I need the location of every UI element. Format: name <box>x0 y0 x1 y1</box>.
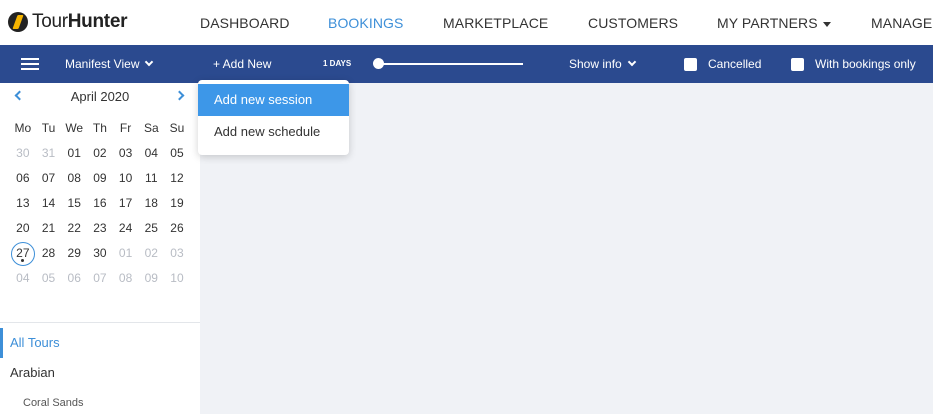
add-new-session-item[interactable]: Add new session <box>198 84 349 116</box>
calendar-weekday: We <box>65 121 84 135</box>
calendar-day[interactable]: 30 <box>87 241 113 266</box>
cancelled-checkbox[interactable] <box>684 58 697 71</box>
cancelled-label: Cancelled <box>708 57 762 71</box>
calendar-week-row: 30 31 01 02 03 04 05 <box>10 141 190 166</box>
add-new-dropdown-menu: Add new session Add new schedule <box>198 80 349 155</box>
chevron-down-icon <box>627 57 636 67</box>
logo-text: TourHunter <box>32 11 127 33</box>
chevron-down-icon <box>145 57 154 67</box>
calendar-day[interactable]: 31 <box>36 141 62 166</box>
calendar-weekday: Sa <box>143 121 159 135</box>
menu-icon[interactable] <box>21 58 39 71</box>
calendar-week-row: 04 05 06 07 08 09 10 <box>10 266 190 291</box>
calendar-day[interactable]: 08 <box>113 266 139 291</box>
logo-icon <box>8 12 28 32</box>
calendar-day[interactable]: 22 <box>61 216 87 241</box>
calendar-day[interactable]: 18 <box>138 191 164 216</box>
calendar-grid: Mo Tu We Th Fr Sa Su 30 31 01 02 03 04 05 06 07 08 09 10 11… <box>10 116 190 291</box>
caret-down-icon <box>822 21 831 27</box>
calendar-weekday: Mo <box>14 121 32 135</box>
calendar-day-today[interactable]: 27 <box>10 241 36 266</box>
calendar-header: April 2020 <box>0 88 200 108</box>
top-navbar: TourHunter DASHBOARD BOOKINGS MARKETPLAC… <box>0 0 933 45</box>
calendar-day[interactable]: 13 <box>10 191 36 216</box>
logo-text-tour: Tour <box>32 11 68 32</box>
calendar-week-row: 20 21 22 23 24 25 26 <box>10 216 190 241</box>
calendar-day[interactable]: 07 <box>36 166 62 191</box>
calendar-day[interactable]: 05 <box>164 141 190 166</box>
calendar-day[interactable]: 25 <box>138 216 164 241</box>
calendar-day[interactable]: 03 <box>113 141 139 166</box>
calendar-day[interactable]: 15 <box>61 191 87 216</box>
days-slider-track[interactable] <box>379 63 523 65</box>
calendar-day[interactable]: 29 <box>61 241 87 266</box>
nav-customers[interactable]: CUSTOMERS <box>588 15 678 31</box>
calendar-day[interactable]: 30 <box>10 141 36 166</box>
nav-manage[interactable]: MANAGE <box>871 15 932 31</box>
calendar-day[interactable]: 04 <box>10 266 36 291</box>
left-sidebar: April 2020 Mo Tu We Th Fr Sa Su 30 31 01 02 03 04 05 0… <box>0 83 200 414</box>
tour-group-arabian[interactable]: Arabian <box>10 365 55 380</box>
nav-my-partners[interactable]: MY PARTNERS <box>717 15 831 31</box>
calendar-day[interactable]: 16 <box>87 191 113 216</box>
show-info-label: Show info <box>569 57 622 71</box>
calendar-weekday: Su <box>169 121 185 135</box>
add-new-schedule-item[interactable]: Add new schedule <box>198 116 349 148</box>
calendar-week-row: 06 07 08 09 10 11 12 <box>10 166 190 191</box>
calendar-weekday: Tu <box>41 121 56 135</box>
active-indicator <box>0 328 3 358</box>
sidebar-divider <box>0 322 200 323</box>
calendar-day[interactable]: 04 <box>138 141 164 166</box>
calendar-weekday: Fr <box>119 121 132 135</box>
calendar-day[interactable]: 02 <box>87 141 113 166</box>
nav-my-partners-label: MY PARTNERS <box>717 15 818 31</box>
manifest-toolbar: Manifest View + Add New 1 DAYS Show info… <box>0 45 933 83</box>
days-slider-handle[interactable] <box>373 58 384 69</box>
logo-text-hunter: Hunter <box>67 11 128 32</box>
tour-item-label: All Tours <box>10 335 60 350</box>
logo[interactable]: TourHunter <box>8 11 127 33</box>
calendar-weekday-row: Mo Tu We Th Fr Sa Su <box>10 116 190 141</box>
calendar-day[interactable]: 09 <box>87 166 113 191</box>
calendar-day[interactable]: 11 <box>138 166 164 191</box>
calendar-day[interactable]: 23 <box>87 216 113 241</box>
calendar-day[interactable]: 10 <box>164 266 190 291</box>
calendar-day[interactable]: 21 <box>36 216 62 241</box>
calendar-day[interactable]: 10 <box>113 166 139 191</box>
add-new-button[interactable]: + Add New <box>213 57 271 71</box>
with-bookings-only-checkbox[interactable] <box>791 58 804 71</box>
calendar-day[interactable]: 28 <box>36 241 62 266</box>
calendar-week-row: 27 28 29 30 01 02 03 <box>10 241 190 266</box>
calendar-day[interactable]: 17 <box>113 191 139 216</box>
calendar-day[interactable]: 12 <box>164 166 190 191</box>
calendar-day[interactable]: 06 <box>10 166 36 191</box>
calendar-day[interactable]: 06 <box>61 266 87 291</box>
calendar-day[interactable]: 07 <box>87 266 113 291</box>
days-label: 1 DAYS <box>323 59 352 68</box>
calendar-day[interactable]: 26 <box>164 216 190 241</box>
calendar-day[interactable]: 05 <box>36 266 62 291</box>
view-selector-label: Manifest View <box>65 57 140 71</box>
nav-marketplace[interactable]: MARKETPLACE <box>443 15 548 31</box>
calendar-day[interactable]: 20 <box>10 216 36 241</box>
calendar-day[interactable]: 19 <box>164 191 190 216</box>
calendar-day[interactable]: 03 <box>164 241 190 266</box>
calendar-day[interactable]: 09 <box>138 266 164 291</box>
nav-dashboard[interactable]: DASHBOARD <box>200 15 290 31</box>
nav-bookings[interactable]: BOOKINGS <box>328 15 403 31</box>
calendar-weekday: Th <box>92 121 107 135</box>
calendar-day[interactable]: 01 <box>113 241 139 266</box>
show-info-dropdown[interactable]: Show info <box>569 57 636 71</box>
calendar-day[interactable]: 14 <box>36 191 62 216</box>
calendar-month-title: April 2020 <box>70 89 130 104</box>
calendar-day[interactable]: 08 <box>61 166 87 191</box>
calendar-week-row: 13 14 15 16 17 18 19 <box>10 191 190 216</box>
calendar-day[interactable]: 01 <box>61 141 87 166</box>
with-bookings-only-label: With bookings only <box>815 57 916 71</box>
tour-item-coral-sands[interactable]: Coral Sands <box>23 397 84 409</box>
calendar-day[interactable]: 02 <box>138 241 164 266</box>
view-selector[interactable]: Manifest View <box>65 57 154 71</box>
tour-item-all-tours[interactable]: All Tours <box>0 328 200 358</box>
calendar-day[interactable]: 24 <box>113 216 139 241</box>
